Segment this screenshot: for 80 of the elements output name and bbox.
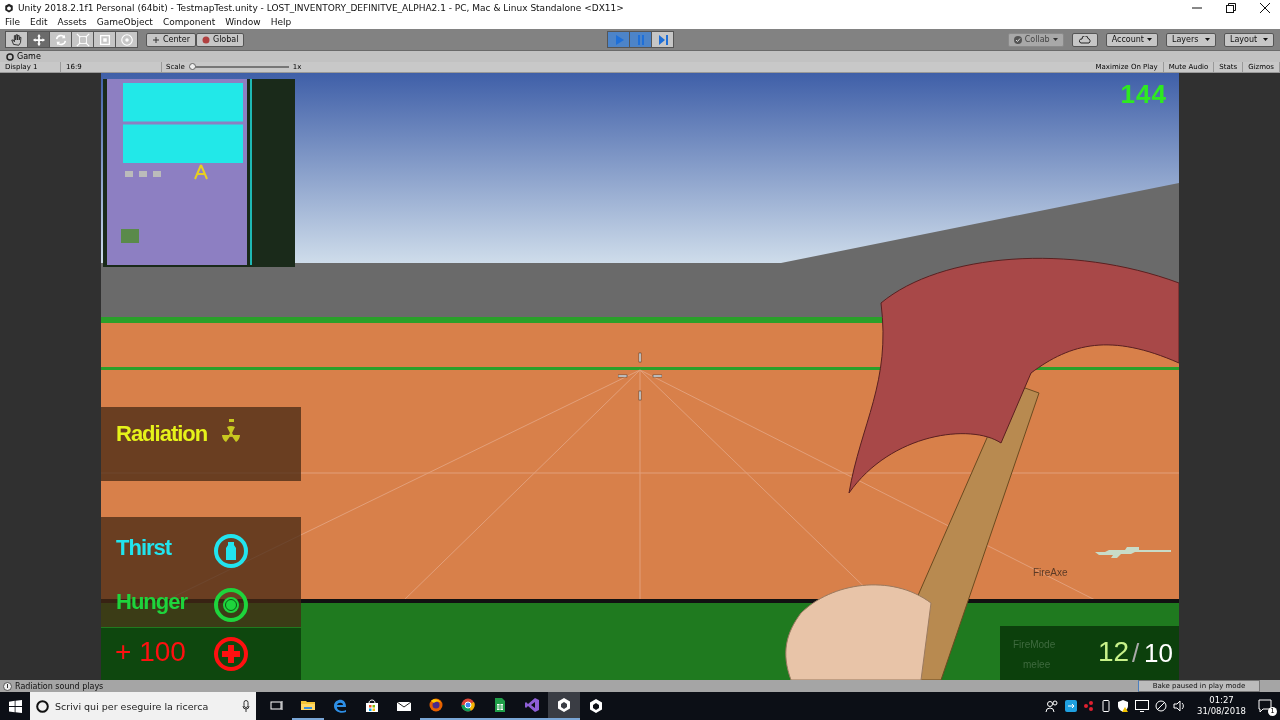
window-title: Unity 2018.2.1f1 Personal (64bit) - TestmapTest.unity - LOST_INVENTORY_DEFINITVE_ALPHA2.1 - PC, Mac & Linux Standalone <DX11> [18, 2, 625, 13]
radiation-label: Radiation [116, 421, 208, 447]
search-field[interactable]: Scrivi qui per eseguire la ricerca [55, 700, 236, 712]
scale-tool-icon [75, 32, 90, 47]
step-button[interactable] [651, 31, 675, 48]
menu-item[interactable]: Edit [30, 17, 48, 27]
scale-tool-button[interactable] [71, 31, 94, 48]
notification-icon [1258, 699, 1272, 713]
store-icon [364, 698, 380, 714]
menu-item[interactable]: Component [162, 17, 216, 27]
unity-logo-icon [4, 2, 14, 13]
caret-icon [1147, 38, 1152, 41]
rect-tool-icon [97, 32, 112, 47]
weapon-name: FireAxe [1033, 567, 1068, 578]
shield-warning-icon[interactable] [1117, 700, 1129, 712]
caret-icon [1052, 38, 1058, 41]
menu-item[interactable]: File [5, 17, 21, 27]
status-message: Radiation sound plays [15, 681, 104, 691]
caret-icon [1205, 38, 1210, 41]
menu-item[interactable]: Help [270, 17, 292, 27]
speaker-icon[interactable] [1173, 700, 1185, 712]
rotate-tool-button[interactable] [49, 31, 72, 48]
dots-tray-icon[interactable] [1083, 700, 1095, 712]
windows-logo-icon [8, 699, 22, 713]
thirst-label: Thirst [116, 535, 172, 561]
health-readout: + 100 [115, 636, 186, 668]
search-bar[interactable]: Scrivi qui per eseguire la ricerca [30, 692, 256, 720]
clock-time: 01:27 [1209, 695, 1234, 706]
transform-tool-button[interactable] [115, 31, 138, 48]
sync-app-tray-icon[interactable] [1065, 700, 1077, 712]
people-icon[interactable] [1045, 700, 1059, 712]
move-tool-button[interactable] [27, 31, 50, 48]
monitor-icon[interactable] [1135, 700, 1149, 712]
menu-item[interactable]: GameObject [96, 17, 153, 27]
hand-tool-button[interactable] [5, 31, 28, 48]
info-icon [3, 681, 12, 691]
clock-date: 31/08/2018 [1197, 706, 1246, 717]
unity-icon [588, 698, 604, 714]
edge-icon [332, 698, 348, 714]
menu-item[interactable]: Window [225, 17, 261, 27]
clock[interactable]: 01:27 31/08/2018 [1197, 695, 1246, 717]
health-cross-icon [213, 636, 249, 672]
sheet-icon [492, 697, 508, 713]
unity-icon [556, 697, 572, 713]
game-tab[interactable]: Game [17, 52, 41, 61]
globe-icon [201, 35, 210, 44]
firefox-icon [428, 697, 444, 713]
pause-button[interactable] [629, 31, 653, 48]
caret-icon [1263, 38, 1268, 41]
check-icon [1013, 35, 1022, 44]
studio-icon [524, 697, 540, 713]
crosshair-icon [618, 351, 662, 401]
cloud-button[interactable] [1071, 32, 1098, 47]
ammo-max: 10 [1144, 638, 1173, 669]
move-tool-icon [31, 32, 46, 47]
cortana-icon [36, 699, 49, 713]
globe-toggle-button[interactable]: Global [195, 32, 245, 47]
rifle-icon [1095, 546, 1173, 560]
dropdown-button[interactable]: Layout [1224, 32, 1274, 47]
usb-drive-icon[interactable] [1101, 700, 1111, 712]
rect-tool-button[interactable] [93, 31, 116, 48]
unity-taskbar-icon[interactable] [548, 692, 580, 720]
ammo-count: 12 [1098, 636, 1130, 668]
pivot-icon [152, 35, 160, 44]
microphone-icon [242, 700, 250, 712]
cloud-icon [1077, 35, 1092, 44]
dropdown-button[interactable]: Layers [1166, 32, 1216, 47]
dropdown-button[interactable]: Account [1105, 32, 1158, 47]
transform-tool-icon [119, 32, 134, 47]
ammo-separator: / [1132, 638, 1140, 669]
menu-item[interactable]: Assets [57, 17, 87, 27]
game-tab-icon [6, 52, 14, 61]
slider-thumb[interactable] [188, 63, 196, 70]
hand-tool-icon [9, 32, 24, 47]
network-icon[interactable] [1155, 700, 1167, 712]
pivot-toggle-button[interactable]: Center [146, 32, 196, 47]
chrome-icon [460, 697, 476, 713]
counter-readout: 144 [1120, 79, 1167, 110]
rotate-tool-icon [53, 32, 68, 47]
hunger-label: Hunger [116, 589, 187, 615]
